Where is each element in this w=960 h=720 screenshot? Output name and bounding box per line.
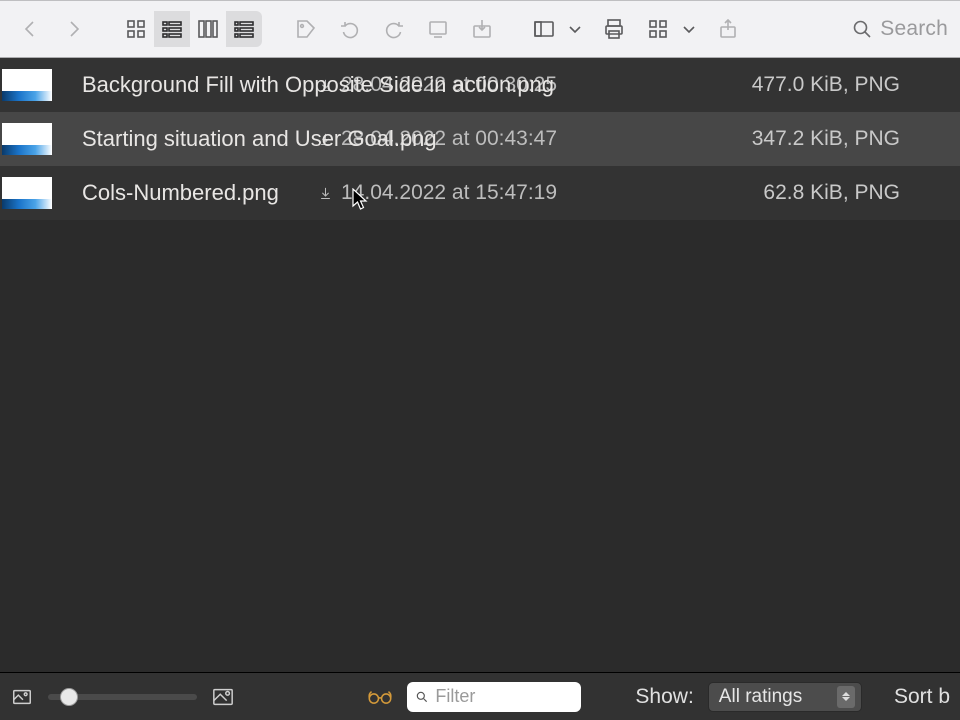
nav-back-button[interactable] bbox=[12, 11, 48, 47]
thumbnail bbox=[2, 123, 52, 155]
thumbnail bbox=[2, 177, 52, 209]
rotate-right-button[interactable] bbox=[376, 11, 412, 47]
ratings-select[interactable]: All ratings bbox=[708, 682, 862, 712]
quicklook-button[interactable] bbox=[367, 684, 393, 710]
file-size: 347.2 KiB bbox=[752, 127, 843, 150]
nav-forward-button[interactable] bbox=[56, 11, 92, 47]
file-row[interactable]: Starting situation and User Goal.png 28.… bbox=[0, 112, 960, 166]
icon-view-button[interactable] bbox=[118, 11, 154, 47]
filter-field[interactable] bbox=[407, 682, 581, 712]
tag-button[interactable] bbox=[288, 11, 324, 47]
grid-group bbox=[640, 11, 702, 47]
window-group bbox=[526, 11, 588, 47]
stepper-icon bbox=[837, 686, 855, 708]
ratings-value: All ratings bbox=[719, 686, 802, 708]
print-button[interactable] bbox=[596, 11, 632, 47]
download-icon bbox=[318, 186, 333, 201]
slideshow-button[interactable] bbox=[420, 11, 456, 47]
file-date: 14.04.2022 at 15:47:19 bbox=[341, 181, 557, 205]
file-type: PNG bbox=[854, 73, 900, 96]
window-dropdown[interactable] bbox=[562, 11, 588, 47]
file-name: Background Fill with Opposite Side in ac… bbox=[82, 72, 554, 97]
bottom-bar: Show: All ratings Sort b bbox=[0, 672, 960, 720]
file-list: Background Fill with Opposite Side in ac… bbox=[0, 58, 960, 220]
list-view-button[interactable] bbox=[154, 11, 190, 47]
thumbnail-mode-button[interactable] bbox=[10, 684, 34, 710]
file-name: Cols-Numbered.png bbox=[82, 180, 279, 205]
file-row[interactable]: Background Fill with Opposite Side in ac… bbox=[0, 58, 960, 112]
rotate-left-button[interactable] bbox=[332, 11, 368, 47]
search-icon bbox=[415, 689, 429, 705]
share-button[interactable] bbox=[710, 11, 746, 47]
file-size: 477.0 KiB bbox=[752, 73, 843, 96]
detail-view-button[interactable] bbox=[226, 11, 262, 47]
sort-label: Sort b bbox=[894, 685, 950, 709]
file-size: 62.8 KiB bbox=[763, 181, 842, 204]
filter-input[interactable] bbox=[435, 686, 573, 707]
grid-button[interactable] bbox=[640, 11, 676, 47]
toolbar: Search bbox=[0, 0, 960, 58]
large-thumb-button[interactable] bbox=[211, 684, 235, 710]
column-view-button[interactable] bbox=[190, 11, 226, 47]
zoom-slider[interactable] bbox=[48, 694, 198, 700]
show-label: Show: bbox=[635, 685, 693, 709]
grid-dropdown[interactable] bbox=[676, 11, 702, 47]
search-placeholder: Search bbox=[880, 17, 948, 41]
thumbnail bbox=[2, 69, 52, 101]
file-type: PNG bbox=[854, 181, 900, 204]
import-button[interactable] bbox=[464, 11, 500, 47]
search-icon bbox=[850, 17, 874, 41]
view-mode-group bbox=[118, 11, 262, 47]
window-button[interactable] bbox=[526, 11, 562, 47]
file-name: Starting situation and User Goal.png bbox=[82, 126, 437, 151]
file-row[interactable]: Cols-Numbered.png 14.04.2022 at 15:47:19… bbox=[0, 166, 960, 220]
slider-knob[interactable] bbox=[60, 688, 78, 706]
search-field[interactable]: Search bbox=[842, 17, 948, 41]
file-type: PNG bbox=[854, 127, 900, 150]
